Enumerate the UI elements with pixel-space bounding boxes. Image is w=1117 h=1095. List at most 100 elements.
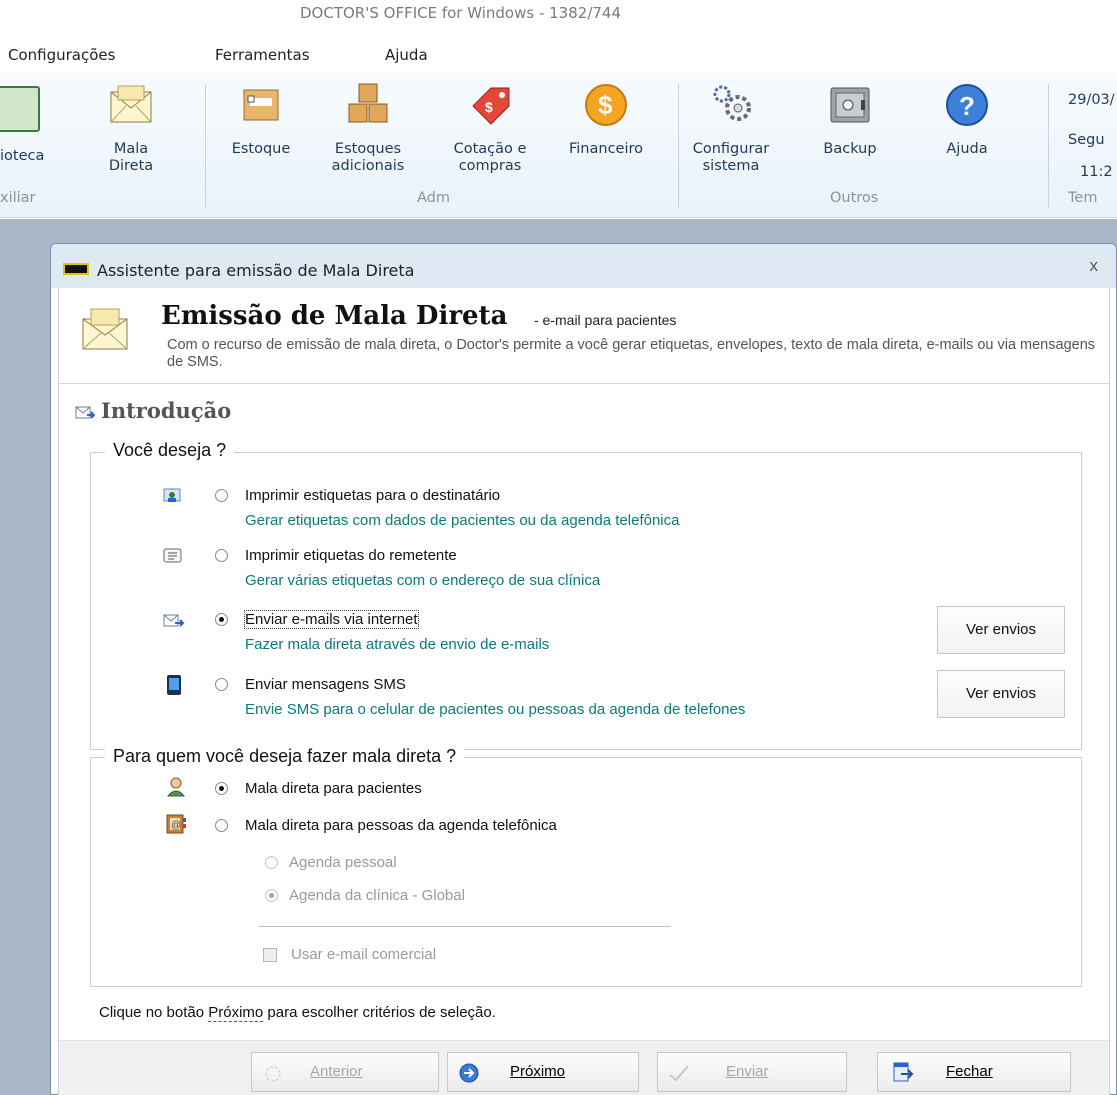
estoques-adicionais-label: Estoques adicionais: [331, 141, 405, 174]
option-sender-labels[interactable]: Imprimir etiquetas do remetente: [245, 547, 457, 564]
hint-text: Clique no botão Próximo para escolher cr…: [99, 1004, 496, 1022]
svg-text:$: $: [598, 90, 613, 120]
option-patients[interactable]: Mala direta para pacientes: [245, 780, 422, 797]
menu-bar: Configurações Ferramentas Ajuda: [0, 42, 1117, 72]
boxes-icon: [348, 83, 388, 123]
ajuda-button[interactable]: ? Ajuda: [932, 82, 1002, 158]
fechar-label: Fechar: [946, 1063, 993, 1080]
estoque-label: Estoque: [231, 141, 291, 157]
dialog-heading: Emissão de Mala Direta: [161, 301, 508, 331]
option-personal-agenda[interactable]: Agenda pessoal: [289, 854, 397, 871]
window-title: DOCTOR'S OFFICE for Windows - 1382/744: [300, 4, 621, 22]
radio-send-email[interactable]: [215, 613, 228, 626]
dialog-header: Emissão de Mala Direta - e-mail para pac…: [59, 288, 1109, 384]
backup-button[interactable]: Backup: [810, 82, 890, 158]
estoque-button[interactable]: Estoque: [228, 82, 294, 158]
dialog-description: Com o recurso de emissão de mala direta,…: [167, 337, 1096, 370]
option-send-email[interactable]: Enviar e-mails via internet: [244, 610, 419, 629]
radio-phonebook[interactable]: [215, 819, 228, 832]
mobile-phone-icon: [167, 675, 181, 695]
help-icon: ?: [946, 84, 988, 126]
mala-direta-label: Mala Direta: [108, 141, 154, 174]
hint-text-post: para escolher critérios de seleção.: [263, 1004, 496, 1021]
dollar-coin-icon: $: [585, 84, 627, 126]
ver-envios-email-button[interactable]: Ver envios: [937, 606, 1065, 654]
radio-personal-agenda[interactable]: [265, 856, 278, 869]
checkmark-icon: [669, 1065, 689, 1082]
ribbon-group-outros: Outros: [830, 190, 879, 206]
section-title-text: Introdução: [101, 398, 232, 423]
option-phonebook[interactable]: Mala direta para pessoas da agenda telef…: [245, 817, 557, 834]
cotacao-compras-button[interactable]: $ Cotação e compras: [440, 82, 540, 175]
ajuda-label: Ajuda: [946, 141, 988, 157]
ver-envios-sms-button[interactable]: Ver envios: [937, 670, 1065, 718]
labels-sender-icon: [163, 548, 182, 563]
group-target: [90, 757, 1082, 987]
ribbon-time: 11:2: [1080, 164, 1113, 180]
radio-global-agenda[interactable]: [265, 889, 278, 902]
estoques-adicionais-button[interactable]: Estoques adicionais: [328, 82, 408, 175]
divider: [259, 926, 671, 927]
configurar-sistema-label: Configurar sistema: [692, 141, 770, 174]
dialog-title: Assistente para emissão de Mala Direta: [97, 261, 415, 280]
ribbon-separator: [678, 84, 679, 208]
labels-recipient-icon: [163, 488, 181, 502]
radio-recipient-labels[interactable]: [215, 489, 228, 502]
menu-ajuda[interactable]: Ajuda: [385, 46, 428, 64]
anterior-label: Anterior: [310, 1063, 363, 1080]
proximo-button[interactable]: Próximo: [447, 1052, 639, 1092]
option-global-agenda[interactable]: Agenda da clínica - Global: [289, 887, 465, 904]
hint-text-word: Próximo: [208, 1004, 264, 1022]
exit-door-icon: [893, 1062, 914, 1082]
option-business-email[interactable]: Usar e-mail comercial: [291, 946, 436, 963]
proximo-label: Próximo: [510, 1063, 566, 1080]
radio-sender-labels[interactable]: [215, 549, 228, 562]
svg-text:$: $: [485, 99, 493, 115]
ribbon-separator: [205, 84, 206, 208]
hint-text-pre: Clique no botão: [99, 1004, 209, 1021]
dialog-button-bar: Anterior Próximo Enviar Fechar: [59, 1040, 1109, 1095]
ribbon-toolbar: ioteca xiliar Mala Direta Estoque Estoqu…: [0, 72, 1117, 218]
financeiro-label: Financeiro: [568, 141, 643, 157]
dialog-titlebar: Assistente para emissão de Mala Direta x: [51, 244, 1116, 288]
enviar-button[interactable]: Enviar: [657, 1052, 847, 1092]
option-send-sms[interactable]: Enviar mensagens SMS: [245, 676, 406, 693]
fechar-button[interactable]: Fechar: [877, 1052, 1071, 1092]
close-icon[interactable]: x: [1090, 256, 1099, 276]
ribbon-date: 29/03/: [1068, 92, 1115, 108]
configurar-sistema-button[interactable]: Configurar sistema: [688, 82, 774, 175]
radio-patients[interactable]: [215, 782, 228, 795]
group-target-legend: Para quem você deseja fazer mala direta …: [105, 746, 465, 767]
box-icon: [243, 89, 279, 121]
ribbon-group-partial: xiliar: [0, 190, 36, 206]
back-arrow-icon: [265, 1066, 281, 1082]
ribbon-group-adm: Adm: [417, 190, 450, 206]
svg-text:@: @: [171, 820, 181, 831]
mala-direta-button[interactable]: Mala Direta: [96, 82, 166, 175]
option-recipient-labels[interactable]: Imprimir estiquetas para o destinatário: [245, 487, 500, 504]
option-sender-labels-desc: Gerar várias etiquetas com o endereço de…: [245, 572, 601, 589]
financeiro-button[interactable]: $ Financeiro: [556, 82, 656, 158]
envelope-icon: [110, 85, 152, 123]
checkbox-business-email[interactable]: [263, 948, 277, 962]
radio-send-sms[interactable]: [215, 678, 228, 691]
group-action-legend: Você deseja ?: [105, 440, 235, 461]
option-recipient-labels-desc: Gerar etiquetas com dados de pacientes o…: [245, 512, 680, 529]
enviar-label: Enviar: [726, 1063, 769, 1080]
price-tag-icon: $: [472, 87, 510, 125]
window-titlebar: DOCTOR'S OFFICE for Windows - 1382/744: [0, 0, 1117, 28]
email-send-icon: [163, 614, 185, 627]
safe-icon: [830, 87, 870, 123]
menu-ferramentas[interactable]: Ferramentas: [215, 46, 310, 64]
partial-ribbon-icon[interactable]: [0, 86, 40, 132]
ribbon-group-tempo: Tem: [1068, 190, 1098, 206]
menu-configuracoes[interactable]: Configurações: [8, 46, 115, 64]
section-title: Introdução: [75, 398, 231, 423]
ribbon-item-partial[interactable]: ioteca: [0, 148, 44, 164]
cotacao-compras-label: Cotação e compras: [453, 141, 527, 174]
anterior-button[interactable]: Anterior: [251, 1052, 439, 1092]
option-send-sms-desc: Envie SMS para o celular de pacientes ou…: [245, 701, 746, 718]
app-icon: [63, 263, 89, 275]
address-book-icon: @: [166, 814, 186, 834]
svg-text:?: ?: [959, 91, 975, 121]
